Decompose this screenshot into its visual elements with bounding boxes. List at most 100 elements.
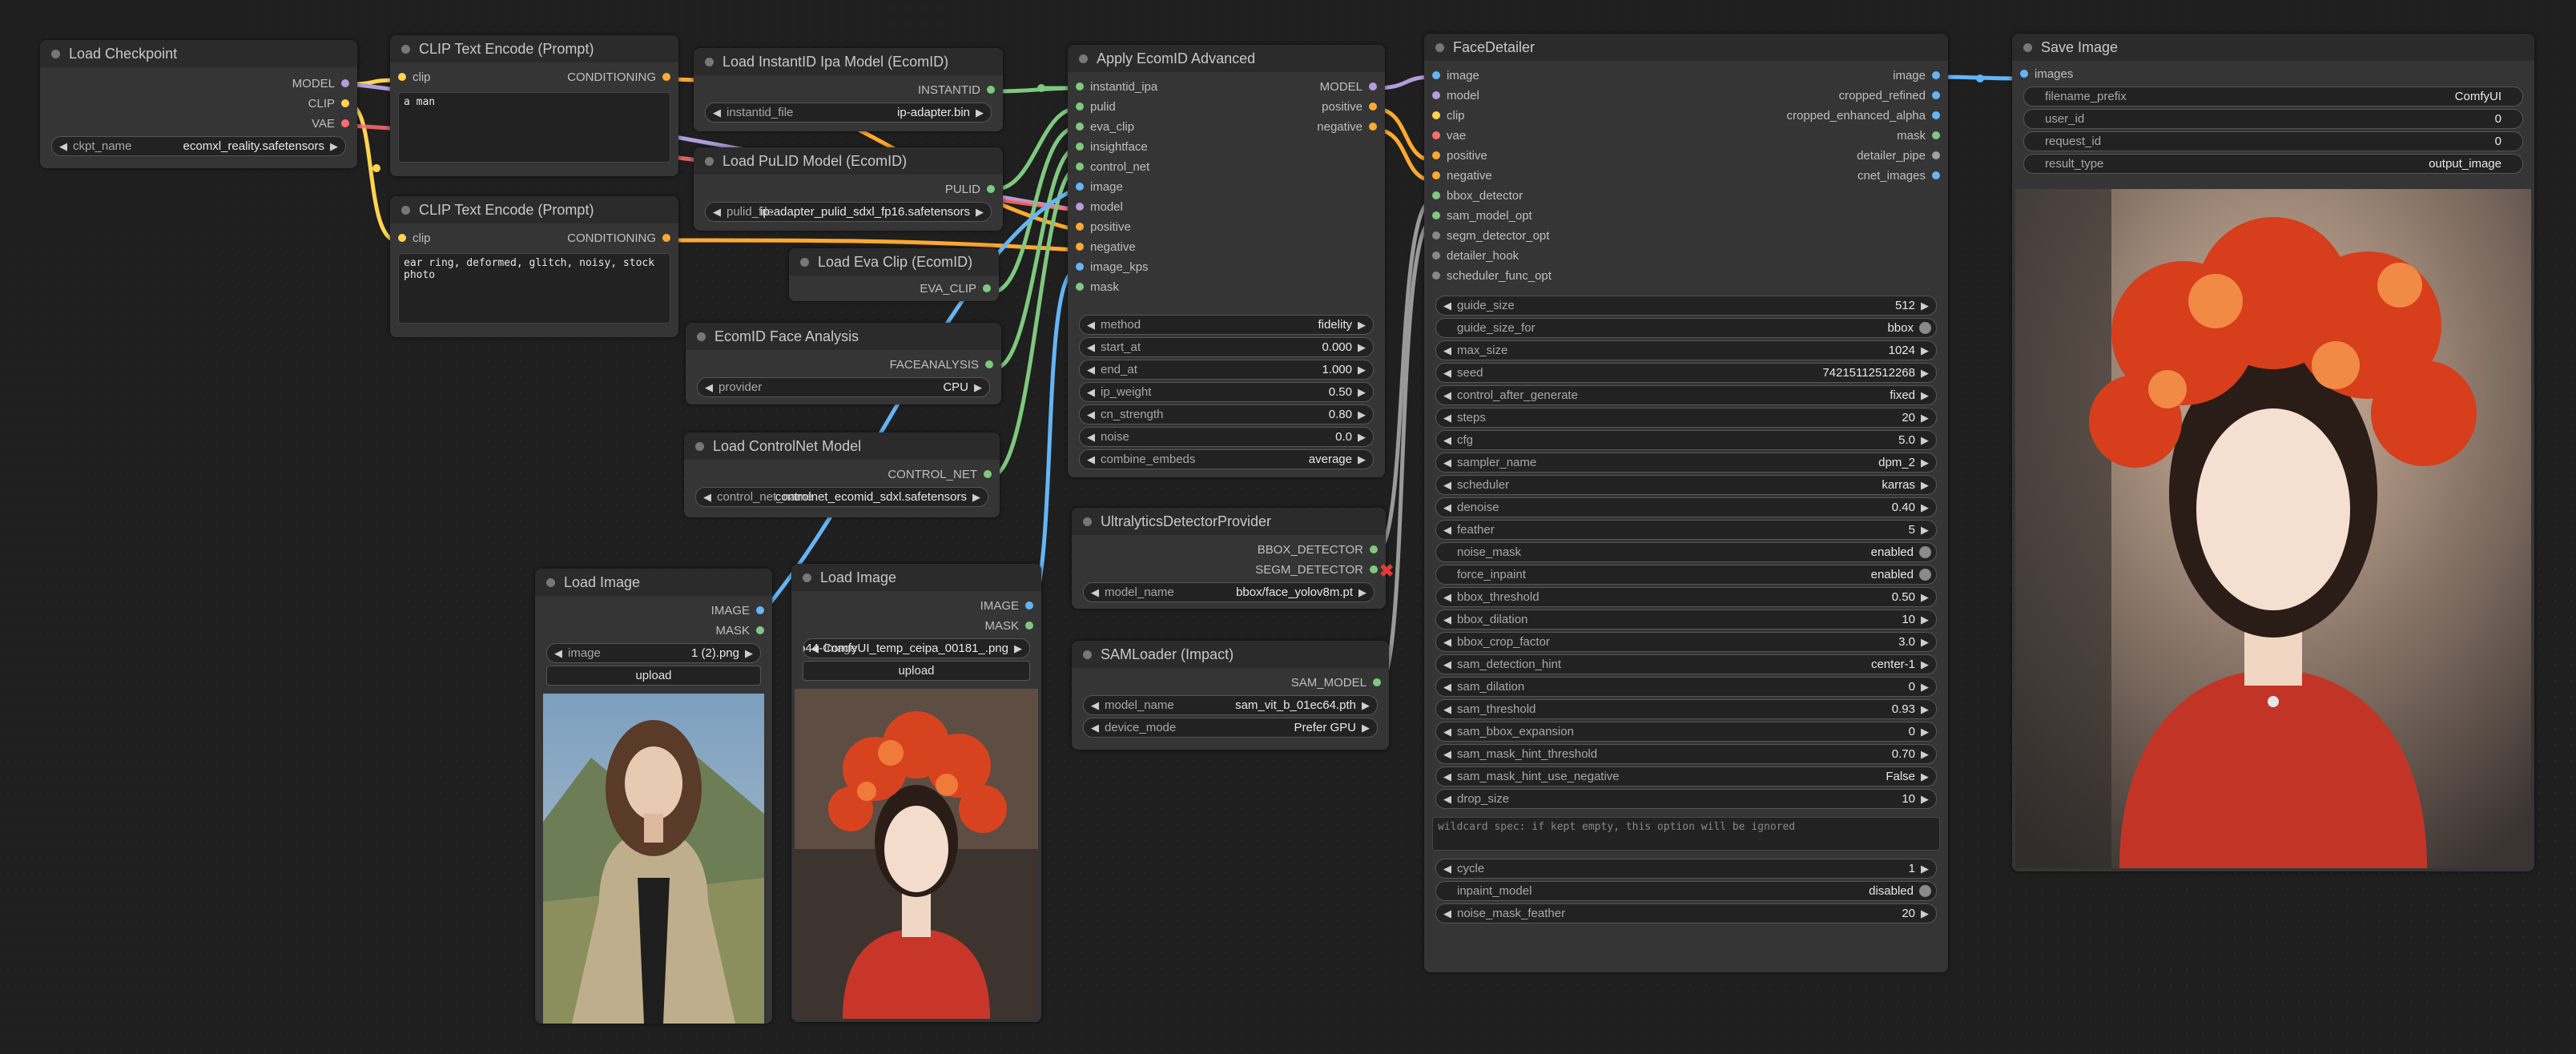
arrow-right-icon[interactable]: ▶ — [1921, 296, 1929, 315]
ecomid-face-analysis-node[interactable]: EcomID Face Analysis FACEANALYSIS ◀ provi… — [686, 323, 1001, 404]
arrow-left-icon[interactable]: ◀ — [1443, 296, 1451, 315]
output-bbox-detector[interactable]: BBOX_DETECTOR — [1258, 540, 1378, 560]
drop-size-widget[interactable]: ◀ drop_size 10 ▶ — [1435, 789, 1937, 809]
slot-dot-icon[interactable] — [1369, 82, 1377, 91]
node-title[interactable]: UltralyticsDetectorProvider — [1072, 508, 1386, 535]
arrow-left-icon[interactable]: ◀ — [1443, 745, 1451, 763]
input-sam-model-opt[interactable]: sam_model_opt — [1432, 206, 1532, 226]
toggle-knob-icon[interactable] — [1919, 546, 1931, 558]
arrow-right-icon[interactable]: ▶ — [1921, 453, 1929, 472]
control-after-generate-widget[interactable]: ◀ control_after_generate fixed ▶ — [1435, 385, 1937, 405]
facedetailer-node[interactable]: FaceDetailer image model clip vae positive ne… — [1424, 34, 1948, 972]
slot-dot-icon[interactable] — [1432, 251, 1440, 259]
arrow-left-icon[interactable]: ◀ — [1087, 428, 1095, 446]
arrow-left-icon[interactable]: ◀ — [1443, 364, 1451, 382]
slot-dot-icon[interactable] — [1432, 191, 1440, 199]
node-title[interactable]: CLIP Text Encode (Prompt) — [390, 35, 678, 62]
arrow-right-icon[interactable]: ▶ — [1921, 341, 1929, 360]
output-segm-detector[interactable]: SEGM_DETECTOR — [1255, 560, 1378, 580]
input-model[interactable]: model — [1076, 197, 1123, 217]
arrow-left-icon[interactable]: ◀ — [1443, 767, 1451, 786]
steps-widget[interactable]: ◀ steps 20 ▶ — [1435, 408, 1937, 428]
sam-model-name-combo[interactable]: ◀ model_name sam_vit_b_01ec64.pth ▶ — [1083, 695, 1378, 715]
arrow-right-icon[interactable]: ▶ — [1358, 583, 1366, 601]
output-image[interactable]: image — [1893, 66, 1940, 86]
output-faceanalysis[interactable]: FACEANALYSIS — [890, 355, 993, 375]
input-mask[interactable]: mask — [1076, 277, 1119, 297]
arrow-left-icon[interactable]: ◀ — [1443, 859, 1451, 878]
scheduler-widget[interactable]: ◀ scheduler karras ▶ — [1435, 475, 1937, 495]
output-control-net[interactable]: CONTROL_NET — [888, 465, 992, 485]
provider-combo[interactable]: ◀ provider CPU ▶ — [697, 377, 990, 397]
apply-ecomid-advanced-node[interactable]: Apply EcomID Advanced instantid_ipa puli… — [1068, 45, 1385, 477]
arrow-left-icon[interactable]: ◀ — [554, 644, 562, 662]
node-title[interactable]: EcomID Face Analysis — [686, 323, 1001, 350]
guide-size-for-toggle[interactable]: guide_size_for bbox — [1435, 318, 1937, 338]
sam-threshold-widget[interactable]: ◀ sam_threshold 0.93 ▶ — [1435, 699, 1937, 719]
slot-dot-icon[interactable] — [1932, 151, 1940, 159]
input-image-kps[interactable]: image_kps — [1076, 257, 1149, 277]
slot-dot-icon[interactable] — [1369, 103, 1377, 111]
arrow-right-icon[interactable]: ▶ — [1921, 904, 1929, 923]
instantid-file-combo[interactable]: ◀ instantid_file ip-adapter.bin ▶ — [705, 103, 992, 123]
arrow-left-icon[interactable]: ◀ — [1443, 476, 1451, 494]
arrow-right-icon[interactable]: ▶ — [1921, 386, 1929, 404]
method-combo[interactable]: ◀ method fidelity ▶ — [1079, 315, 1374, 335]
input-clip[interactable]: clip — [398, 228, 431, 248]
arrow-left-icon[interactable]: ◀ — [1443, 498, 1451, 517]
slot-dot-icon[interactable] — [1932, 171, 1940, 179]
arrow-left-icon[interactable]: ◀ — [713, 203, 721, 221]
input-positive[interactable]: positive — [1076, 217, 1131, 237]
arrow-left-icon[interactable]: ◀ — [1443, 700, 1451, 718]
input-model[interactable]: model — [1432, 86, 1479, 106]
denoise-widget[interactable]: ◀ denoise 0.40 ▶ — [1435, 497, 1937, 517]
arrow-right-icon[interactable]: ▶ — [1921, 745, 1929, 763]
input-scheduler-func-opt[interactable]: scheduler_func_opt — [1432, 266, 1552, 286]
node-title[interactable]: CLIP Text Encode (Prompt) — [390, 196, 678, 223]
guide-size-widget[interactable]: ◀ guide_size 512 ▶ — [1435, 296, 1937, 316]
collapse-dot-icon[interactable] — [546, 578, 555, 587]
arrow-right-icon[interactable]: ▶ — [1358, 338, 1366, 356]
sam-bbox-expansion-widget[interactable]: ◀ sam_bbox_expansion 0 ▶ — [1435, 722, 1937, 742]
feather-widget[interactable]: ◀ feather 5 ▶ — [1435, 520, 1937, 540]
ultralytics-detector-node[interactable]: UltralyticsDetectorProvider BBOX_DETECTO… — [1072, 508, 1386, 609]
result-type-field[interactable]: result_type output_image — [2023, 154, 2523, 174]
output-clip[interactable]: CLIP — [308, 94, 349, 114]
pulid-file-combo[interactable]: ◀ pulid_file ip-adapter_pulid_sdxl_fp16.sa… — [705, 202, 992, 222]
slot-dot-icon[interactable] — [1432, 71, 1440, 79]
slot-dot-icon[interactable] — [1076, 82, 1084, 91]
arrow-left-icon[interactable]: ◀ — [1091, 583, 1099, 601]
arrow-right-icon[interactable]: ▶ — [1921, 655, 1929, 674]
arrow-right-icon[interactable]: ▶ — [1362, 718, 1370, 737]
slot-dot-icon[interactable] — [1076, 203, 1084, 211]
slot-dot-icon[interactable] — [1369, 123, 1377, 131]
arrow-left-icon[interactable]: ◀ — [1443, 904, 1451, 923]
output-model[interactable]: MODEL — [1320, 77, 1377, 97]
arrow-left-icon[interactable]: ◀ — [1443, 633, 1451, 651]
sam-loader-node[interactable]: SAMLoader (Impact) SAM_MODEL ◀ model_name… — [1072, 641, 1389, 750]
arrow-right-icon[interactable]: ▶ — [974, 378, 982, 396]
arrow-right-icon[interactable]: ▶ — [1921, 431, 1929, 449]
load-eva-clip-node[interactable]: Load Eva Clip (EcomID) EVA_CLIP — [789, 248, 999, 301]
wildcard-textarea[interactable]: wildcard spec: if kept empty, this optio… — [1432, 817, 1940, 851]
control-net-name-combo[interactable]: ◀ control_net_name controlnet_ecomid_sdxl.… — [695, 487, 988, 507]
input-pulid[interactable]: pulid — [1076, 97, 1116, 117]
toggle-knob-icon[interactable] — [1919, 322, 1931, 334]
cn-strength-number[interactable]: ◀ cn_strength 0.80 ▶ — [1079, 404, 1374, 424]
collapse-dot-icon[interactable] — [803, 573, 811, 582]
sam-mask-hint-threshold-widget[interactable]: ◀ sam_mask_hint_threshold 0.70 ▶ — [1435, 744, 1937, 764]
collapse-dot-icon[interactable] — [705, 157, 714, 166]
slot-dot-icon[interactable] — [987, 86, 995, 94]
input-control-net[interactable]: control_net — [1076, 157, 1149, 177]
request-id-field[interactable]: request_id 0 — [2023, 131, 2523, 151]
node-title[interactable]: Load ControlNet Model — [684, 432, 1000, 460]
arrow-left-icon[interactable]: ◀ — [1443, 408, 1451, 427]
arrow-right-icon[interactable]: ▶ — [976, 203, 984, 221]
load-pulid-node[interactable]: Load PuLID Model (EcomID) PULID ◀ pulid_f… — [694, 147, 1003, 231]
output-sam-model[interactable]: SAM_MODEL — [1291, 673, 1381, 693]
slot-dot-icon[interactable] — [1932, 111, 1940, 119]
arrow-left-icon[interactable]: ◀ — [1091, 696, 1099, 714]
arrow-right-icon[interactable]: ▶ — [1358, 450, 1366, 469]
arrow-left-icon[interactable]: ◀ — [1443, 722, 1451, 741]
collapse-dot-icon[interactable] — [697, 332, 706, 341]
